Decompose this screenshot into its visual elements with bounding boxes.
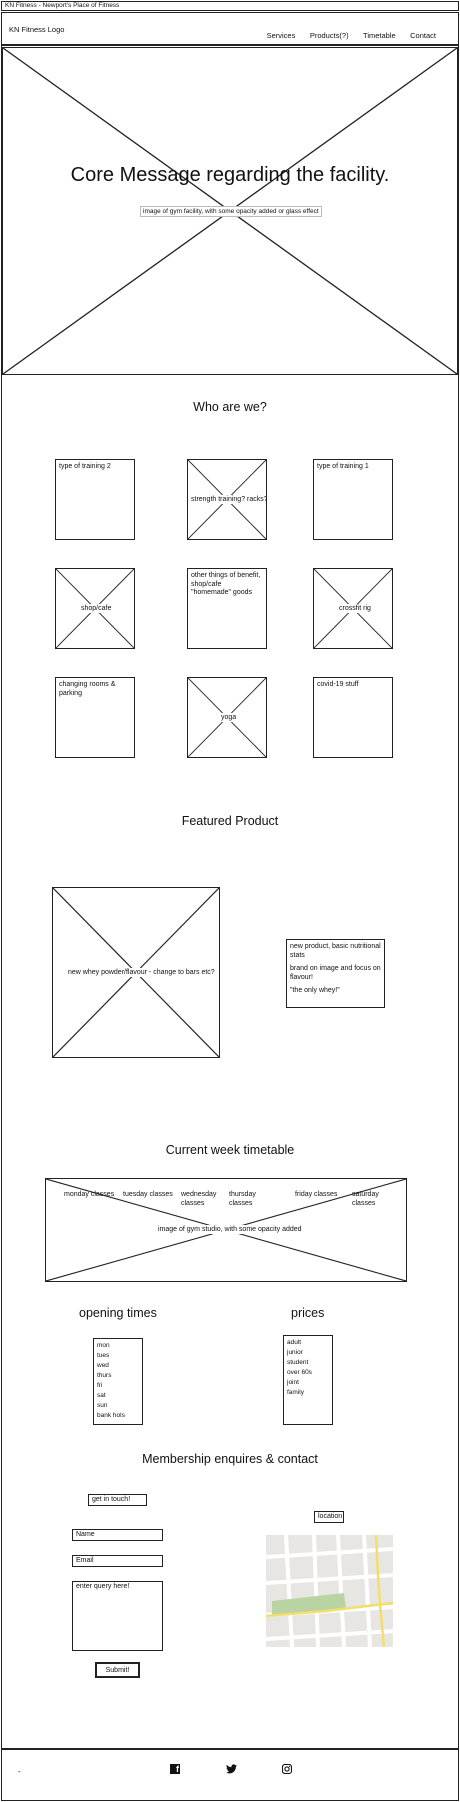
timetable-heading: Current week timetable — [165, 1143, 295, 1157]
product-info-stats: new product, basic nutritional stats — [290, 943, 381, 959]
price-item: family — [287, 1389, 304, 1396]
window-title: KN Fitness - Newport's Place of Fitness — [5, 2, 120, 9]
site-logo[interactable]: KN Fitness Logo — [9, 25, 64, 34]
card-training-1[interactable]: type of training 1 — [313, 459, 393, 540]
main-nav: Services Products(?) Timetable Contact — [257, 25, 436, 43]
timetable-day-wednesday[interactable]: wednesday classes — [181, 1191, 223, 1208]
submit-button[interactable]: Submit! — [95, 1662, 140, 1678]
timetable-day-saturday[interactable]: saturday classes — [352, 1191, 390, 1208]
price-item: joint — [287, 1379, 299, 1386]
product-info-tagline: "the only whey!" — [290, 987, 340, 994]
price-item: adult — [287, 1339, 302, 1346]
card-label: other things of benefit, shop/cafe "home… — [191, 572, 261, 596]
card-label: type of training 1 — [317, 463, 369, 470]
email-field[interactable]: Email — [72, 1555, 163, 1567]
opening-heading: opening times — [79, 1306, 157, 1320]
hero-image-caption: image of gym facility, with some opacity… — [140, 206, 322, 217]
contact-heading: Membership enquires & contact — [142, 1452, 318, 1466]
timetable-day-thursday[interactable]: thursday classes — [229, 1191, 267, 1208]
opening-times-list: mon tues wed thurs fri sat sun bank hols — [93, 1338, 143, 1425]
hero-headline: Core Message regarding the facility. — [70, 164, 390, 186]
footer-mark: - — [18, 1767, 21, 1776]
opening-item: bank hols — [97, 1412, 125, 1419]
card-shop-cafe[interactable]: shop/cafe — [55, 568, 135, 649]
timetable-day-friday[interactable]: friday classes — [295, 1191, 337, 1200]
twitter-icon[interactable] — [226, 1764, 237, 1774]
location-label: location — [314, 1511, 344, 1523]
site-header: KN Fitness Logo Services Products(?) Tim… — [2, 12, 458, 46]
card-covid[interactable]: covid-19 stuff — [313, 677, 393, 758]
map-icon — [266, 1535, 393, 1647]
opening-item: sat — [97, 1392, 106, 1399]
card-label: crossfit rig — [337, 604, 373, 613]
product-info-brand: brand on image and focus on flavour! — [290, 965, 381, 981]
opening-item: fri — [97, 1382, 103, 1389]
instagram-icon[interactable] — [282, 1764, 292, 1774]
card-training-2[interactable]: type of training 2 — [55, 459, 135, 540]
get-in-touch-label: get in touch! — [88, 1494, 147, 1506]
card-label: yoga — [219, 713, 239, 722]
opening-item: sun — [97, 1402, 108, 1409]
card-label: type of training 2 — [59, 463, 111, 470]
timetable-image-placeholder: monday classes tuesday classes wednesday… — [45, 1178, 407, 1282]
window-topbar: KN Fitness - Newport's Place of Fitness — [1, 1, 459, 11]
prices-list: adult junior student over 60s joint fami… — [283, 1335, 333, 1425]
name-field[interactable]: Name — [72, 1529, 163, 1541]
nav-timetable[interactable]: Timetable — [363, 31, 396, 40]
prices-heading: prices — [291, 1306, 325, 1320]
card-label: strength training? racks? — [189, 495, 266, 504]
price-item: over 60s — [287, 1369, 312, 1376]
nav-products[interactable]: Products(?) — [310, 31, 349, 40]
timetable-day-monday[interactable]: monday classes — [64, 1191, 114, 1200]
who-heading: Who are we? — [193, 400, 267, 414]
card-yoga[interactable]: yoga — [187, 677, 267, 758]
query-textarea[interactable]: enter query here! — [72, 1581, 163, 1651]
card-other-benefits[interactable]: other things of benefit, shop/cafe "home… — [187, 568, 267, 649]
price-item: junior — [287, 1349, 303, 1356]
timetable-day-tuesday[interactable]: tuesday classes — [123, 1191, 173, 1200]
opening-item: mon — [97, 1342, 110, 1349]
product-image-caption: new whey powder/flavour - change to bars… — [66, 968, 217, 977]
card-label: shop/cafe — [79, 604, 114, 613]
card-changing-rooms[interactable]: changing rooms & parking — [55, 677, 135, 758]
opening-item: tues — [97, 1352, 110, 1359]
nav-services[interactable]: Services — [267, 31, 296, 40]
card-strength-training[interactable]: strength training? racks? — [187, 459, 267, 540]
opening-item: wed — [97, 1362, 109, 1369]
price-item: student — [287, 1359, 309, 1366]
facebook-icon[interactable]: f — [170, 1764, 180, 1774]
opening-item: thurs — [97, 1372, 112, 1379]
location-map[interactable] — [266, 1535, 393, 1647]
product-image-placeholder[interactable]: new whey powder/flavour - change to bars… — [52, 887, 220, 1058]
card-label: covid-19 stuff — [317, 681, 359, 688]
timetable-image-caption: image of gym studio, with some opacity a… — [156, 1225, 304, 1234]
card-label: changing rooms & parking — [59, 681, 116, 697]
hero-image-placeholder: Core Message regarding the facility. ima… — [2, 47, 458, 375]
product-heading: Featured Product — [181, 814, 279, 828]
site-footer: - f — [2, 1748, 458, 1800]
card-crossfit-rig[interactable]: crossfit rig — [313, 568, 393, 649]
product-info-box: new product, basic nutritional stats bra… — [286, 939, 385, 1008]
nav-contact[interactable]: Contact — [410, 31, 436, 40]
